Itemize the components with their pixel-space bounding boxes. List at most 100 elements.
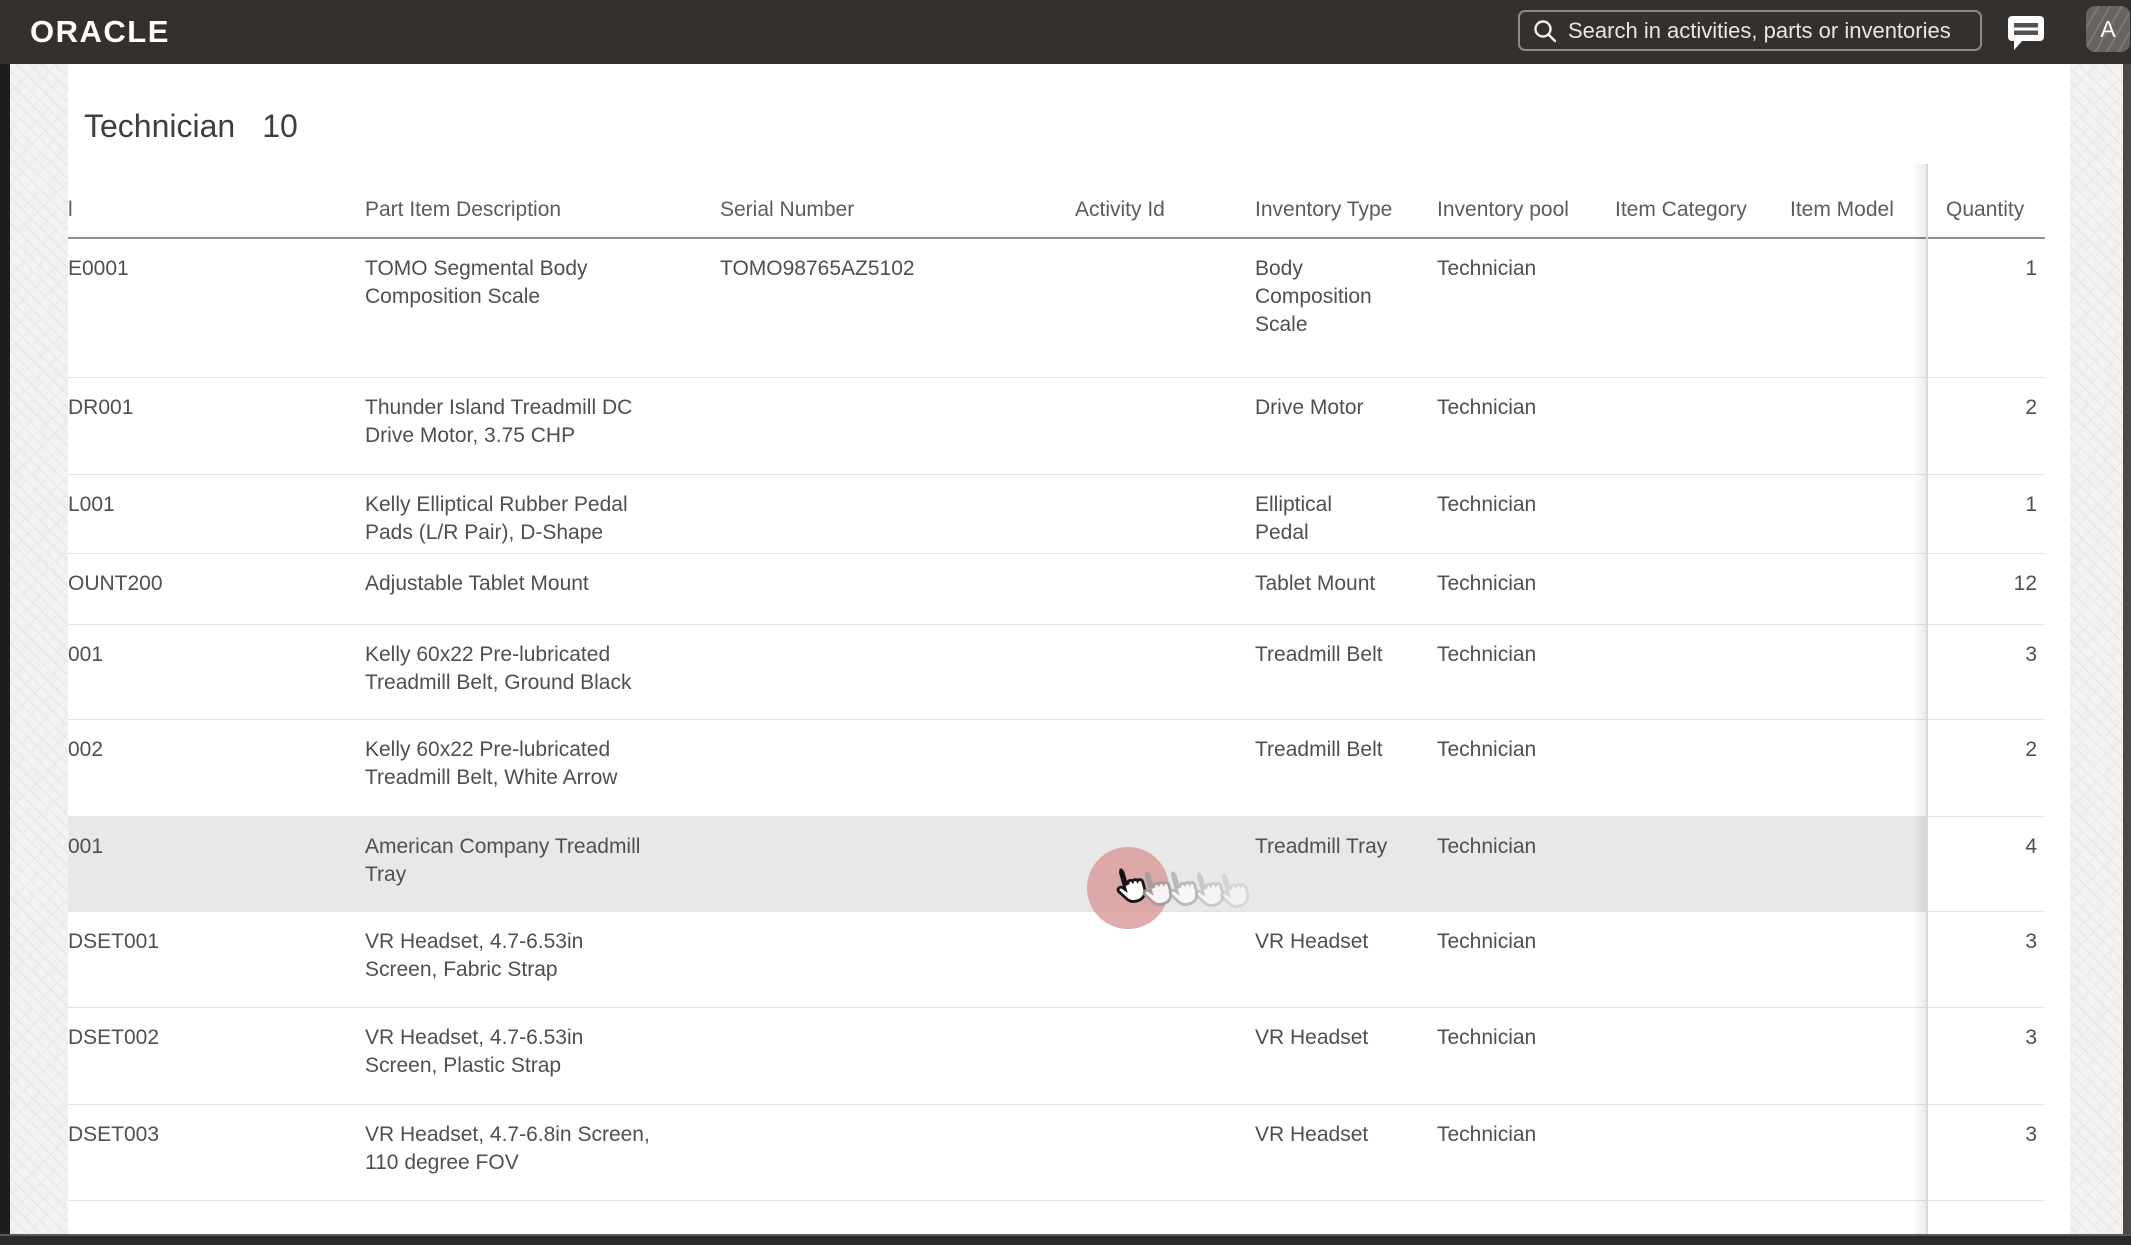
global-search[interactable]	[1518, 10, 1982, 51]
table-row[interactable]: E0001 TOMO Segmental Body Composition Sc…	[68, 238, 2045, 377]
cell-item-category	[1615, 911, 1790, 1007]
header-inventory-pool: Inventory pool	[1437, 170, 1615, 239]
cell-description: TOMO Segmental Body Composition Scale	[365, 257, 588, 308]
cell-item-category	[1615, 624, 1790, 719]
cell-item-category	[1615, 816, 1790, 911]
cell-description: VR Headset, 4.7-6.53in Screen, Plastic S…	[365, 1025, 584, 1077]
cell-quantity: 3	[2025, 1025, 2037, 1049]
cell-inventory-pool: Technician	[1437, 737, 1537, 761]
cell-quantity: 2	[2025, 395, 2037, 419]
cell-activity-id	[1075, 911, 1255, 1007]
cell-serial-number	[720, 474, 1075, 553]
search-icon	[1534, 19, 1557, 42]
inventory-panel: Technician 10 l Part Item Description Ser…	[68, 64, 2070, 1234]
cell-serial-number	[720, 624, 1075, 719]
cell-description: Kelly 60x22 Pre-lubricated Treadmill Bel…	[365, 737, 618, 789]
cell-activity-id	[1075, 719, 1255, 816]
cell-quantity: 3	[2025, 1122, 2037, 1146]
cell-inventory-type: Treadmill Belt	[1255, 642, 1383, 666]
table-row[interactable]: 001 American Company Treadmill Tray Trea…	[68, 816, 2045, 911]
cell-quantity: 3	[2025, 929, 2037, 953]
cell-quantity: 4	[1926, 816, 2045, 911]
cell-inventory-type: VR Headset	[1255, 1025, 1369, 1049]
cell-description: Thunder Island Treadmill DC Drive Motor,…	[365, 395, 633, 447]
cell-serial-number	[720, 1104, 1075, 1200]
messages-button[interactable]	[2004, 10, 2048, 54]
cell-serial-number	[720, 719, 1075, 816]
header-inventory-type: Inventory Type	[1255, 170, 1437, 239]
table-row[interactable]: OUNT200 Adjustable Tablet Mount Tablet M…	[68, 553, 2045, 624]
cell-quantity: 12	[2013, 571, 2037, 595]
cell-inventory-type: Elliptical Pedal	[1255, 492, 1333, 544]
search-input[interactable]	[1568, 17, 1966, 44]
cell-item-model	[1790, 624, 1926, 719]
inventory-table-body: E0001 TOMO Segmental Body Composition Sc…	[68, 238, 2045, 1200]
table-row[interactable]: DSET003 VR Headset, 4.7-6.8in Screen, 11…	[68, 1104, 2045, 1200]
cell-part-item-id: DSET001	[68, 929, 160, 953]
cell-part-item-id: DR001	[68, 395, 134, 419]
pool-title: Technician	[84, 108, 236, 144]
cell-item-category	[1615, 1104, 1790, 1200]
cell-item-model	[1790, 474, 1926, 553]
cell-quantity: 2	[2025, 737, 2037, 761]
cell-part-item-id: E0001	[68, 257, 129, 280]
cell-inventory-pool: Technician	[1437, 642, 1537, 666]
header-item-model: Item Model	[1790, 170, 1926, 239]
cell-activity-id	[1075, 1007, 1255, 1104]
cell-item-model	[1790, 553, 1926, 624]
cell-serial-number	[720, 1007, 1075, 1104]
cell-item-category	[1615, 377, 1790, 474]
user-avatar[interactable]: A	[2086, 6, 2130, 52]
cell-part-item-id: L001	[68, 492, 115, 516]
cell-inventory-type: VR Headset	[1255, 929, 1369, 953]
header-item-category: Item Category	[1615, 170, 1790, 239]
cell-item-model	[1790, 911, 1926, 1007]
header-activity-id: Activity Id	[1075, 170, 1255, 239]
cell-quantity: 1	[2025, 257, 2037, 280]
cell-inventory-pool: Technician	[1437, 257, 1537, 280]
right-edge-strip	[2123, 64, 2131, 1245]
cell-part-item-id: OUNT200	[68, 571, 163, 595]
cell-inventory-pool: Technician	[1437, 571, 1537, 595]
cell-part-item-id: 001	[68, 642, 104, 666]
cell-activity-id	[1075, 624, 1255, 719]
table-row[interactable]: L001 Kelly Elliptical Rubber Pedal Pads …	[68, 474, 2045, 553]
cell-item-category	[1615, 553, 1790, 624]
cell-inventory-pool: Technician	[1437, 492, 1537, 516]
cell-part-item-id: 002	[68, 737, 104, 761]
table-row[interactable]: DSET002 VR Headset, 4.7-6.53in Screen, P…	[68, 1007, 2045, 1104]
cell-activity-id	[1075, 474, 1255, 553]
cell-activity-id	[1075, 553, 1255, 624]
cell-activity-id	[1075, 377, 1255, 474]
table-row[interactable]: 001 Kelly 60x22 Pre-lubricated Treadmill…	[68, 624, 2045, 719]
cell-description: Adjustable Tablet Mount	[365, 571, 589, 595]
cell-item-model	[1790, 1007, 1926, 1104]
header-serial-number: Serial Number	[720, 170, 1075, 239]
cell-description: Kelly 60x22 Pre-lubricated Treadmill Bel…	[365, 642, 632, 694]
cell-item-category	[1615, 238, 1790, 377]
cell-serial-number: TOMO98765AZ5102	[720, 257, 915, 280]
cell-inventory-pool: Technician	[1437, 929, 1537, 953]
chat-bubble-icon	[2008, 16, 2044, 50]
header-part-item-id: l	[68, 170, 365, 239]
cell-activity-id	[1075, 238, 1255, 377]
cell-item-model	[1790, 816, 1926, 911]
item-count: 10	[262, 108, 298, 144]
cell-inventory-pool: Technician	[1437, 1025, 1537, 1049]
cell-serial-number	[720, 553, 1075, 624]
bottom-bar	[0, 1234, 2131, 1245]
header-description: Part Item Description	[365, 170, 720, 239]
cell-serial-number	[720, 911, 1075, 1007]
cell-inventory-type: VR Headset	[1255, 1122, 1369, 1146]
cell-inventory-pool: Technician	[1437, 816, 1615, 911]
cell-inventory-type: Treadmill Tray	[1255, 816, 1437, 911]
cell-part-item-id: DSET003	[68, 1122, 160, 1146]
cell-description: VR Headset, 4.7-6.53in Screen, Fabric St…	[365, 929, 584, 981]
cell-inventory-type: Tablet Mount	[1255, 571, 1376, 595]
cell-description: Kelly Elliptical Rubber Pedal Pads (L/R …	[365, 492, 628, 544]
table-row[interactable]: DSET001 VR Headset, 4.7-6.53in Screen, F…	[68, 911, 2045, 1007]
table-row[interactable]: 002 Kelly 60x22 Pre-lubricated Treadmill…	[68, 719, 2045, 816]
cell-item-category	[1615, 719, 1790, 816]
table-row[interactable]: DR001 Thunder Island Treadmill DC Drive …	[68, 377, 2045, 474]
header-quantity: Quantity	[1926, 170, 2045, 239]
